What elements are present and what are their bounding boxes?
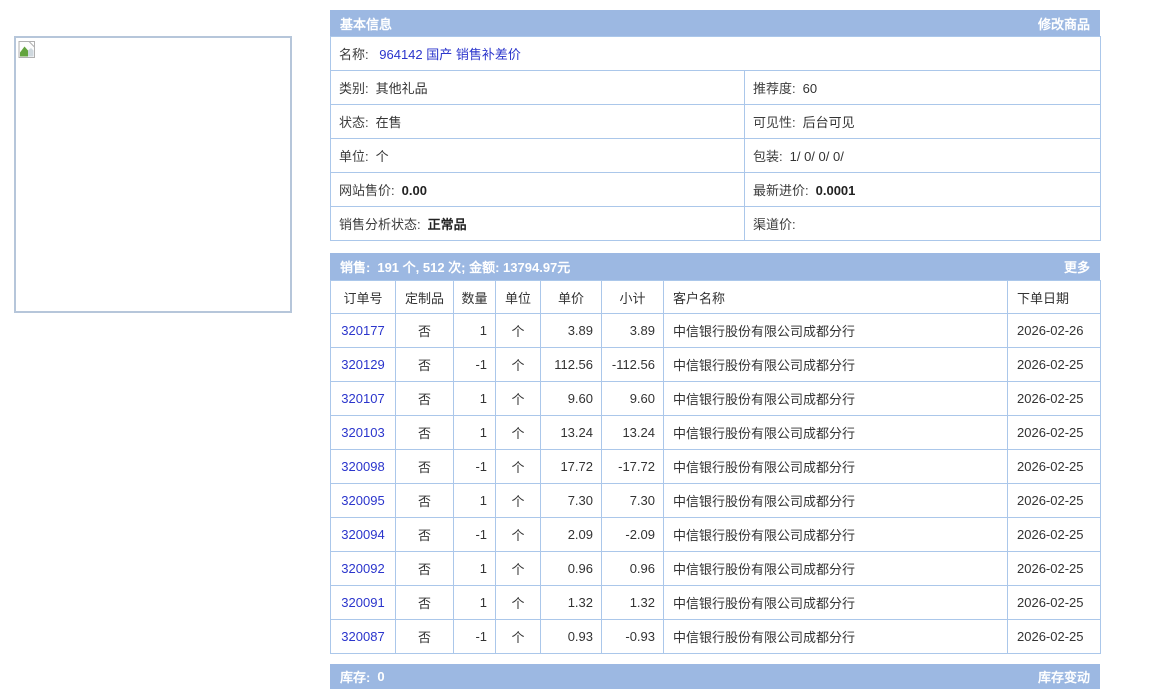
col-custom: 定制品	[396, 281, 454, 314]
basic-info-header: 基本信息 修改商品	[330, 10, 1100, 36]
site-price-label: 网站售价:	[339, 183, 395, 198]
inventory-label: 库存:	[340, 667, 370, 686]
latest-cost-value: 0.0001	[816, 183, 856, 198]
col-order-id: 订单号	[331, 281, 396, 314]
inventory-value: 0	[377, 669, 384, 684]
col-unit: 单位	[496, 281, 541, 314]
info-row-price: 网站售价: 0.00 最新进价: 0.0001	[331, 173, 1101, 207]
product-detail-panel: 基本信息 修改商品 名称: 964142 国产 销售补差价 类别: 其他礼品 推荐…	[330, 10, 1100, 689]
sales-more-link[interactable]: 更多	[1064, 257, 1090, 276]
basic-info-title: 基本信息	[340, 14, 392, 33]
product-image-box	[14, 36, 292, 313]
info-row-category: 类别: 其他礼品 推荐度: 60	[331, 71, 1101, 105]
sales-section: 销售: 191 个, 512 次; 金额: 13794.97元 更多 订单号 定…	[330, 253, 1100, 654]
sales-row: 320177 否 1 个 3.89 3.89 中信银行股份有限公司成都分行 20…	[331, 314, 1101, 348]
order-link[interactable]: 320129	[341, 357, 384, 372]
channel-price-label: 渠道价:	[753, 217, 796, 232]
product-name-link[interactable]: 964142 国产 销售补差价	[379, 47, 521, 62]
sales-header: 销售: 191 个, 512 次; 金额: 13794.97元 更多	[330, 253, 1100, 280]
col-qty: 数量	[454, 281, 496, 314]
col-order-date: 下单日期	[1008, 281, 1101, 314]
sales-row: 320107 否 1 个 9.60 9.60 中信银行股份有限公司成都分行 20…	[331, 382, 1101, 416]
recommend-label: 推荐度:	[753, 81, 796, 96]
sales-table-header-row: 订单号 定制品 数量 单位 单价 小计 客户名称 下单日期	[331, 281, 1101, 314]
broken-image-icon	[18, 40, 38, 60]
order-link[interactable]: 320091	[341, 595, 384, 610]
order-link[interactable]: 320092	[341, 561, 384, 576]
sales-row: 320087 否 -1 个 0.93 -0.93 中信银行股份有限公司成都分行 …	[331, 620, 1101, 654]
sales-summary: 191 个, 512 次; 金额: 13794.97元	[377, 257, 570, 276]
sales-title: 销售:	[340, 257, 370, 276]
col-customer: 客户名称	[664, 281, 1008, 314]
info-row-status: 状态: 在售 可见性: 后台可见	[331, 105, 1101, 139]
sales-row: 320091 否 1 个 1.32 1.32 中信银行股份有限公司成都分行 20…	[331, 586, 1101, 620]
sales-row: 320092 否 1 个 0.96 0.96 中信银行股份有限公司成都分行 20…	[331, 552, 1101, 586]
analysis-status-label: 销售分析状态:	[339, 217, 421, 232]
category-label: 类别:	[339, 81, 369, 96]
recommend-value: 60	[803, 81, 817, 96]
sales-row: 320098 否 -1 个 17.72 -17.72 中信银行股份有限公司成都分…	[331, 450, 1101, 484]
inventory-changes-link[interactable]: 库存变动	[1038, 667, 1090, 686]
name-label: 名称:	[339, 47, 369, 62]
basic-info-table: 名称: 964142 国产 销售补差价 类别: 其他礼品 推荐度: 60 状态: 在售…	[330, 36, 1101, 241]
unit-value: 个	[376, 149, 389, 164]
visibility-label: 可见性:	[753, 115, 796, 130]
order-link[interactable]: 320095	[341, 493, 384, 508]
name-row: 名称: 964142 国产 销售补差价	[331, 37, 1101, 71]
unit-label: 单位:	[339, 149, 369, 164]
order-link[interactable]: 320094	[341, 527, 384, 542]
inventory-bar: 库存: 0 库存变动	[330, 664, 1100, 689]
sales-row: 320103 否 1 个 13.24 13.24 中信银行股份有限公司成都分行 …	[331, 416, 1101, 450]
package-label: 包装:	[753, 149, 783, 164]
site-price-value: 0.00	[402, 183, 427, 198]
col-subtotal: 小计	[602, 281, 664, 314]
visibility-value: 后台可见	[803, 115, 855, 130]
status-label: 状态:	[339, 115, 369, 130]
sales-row: 320094 否 -1 个 2.09 -2.09 中信银行股份有限公司成都分行 …	[331, 518, 1101, 552]
sales-row: 320129 否 -1 个 112.56 -112.56 中信银行股份有限公司成…	[331, 348, 1101, 382]
sales-row: 320095 否 1 个 7.30 7.30 中信银行股份有限公司成都分行 20…	[331, 484, 1101, 518]
info-row-analysis: 销售分析状态: 正常品 渠道价:	[331, 207, 1101, 241]
col-unit-price: 单价	[541, 281, 602, 314]
order-link[interactable]: 320098	[341, 459, 384, 474]
category-value: 其他礼品	[376, 81, 428, 96]
order-link[interactable]: 320177	[341, 323, 384, 338]
analysis-status-value: 正常品	[428, 217, 467, 232]
status-value: 在售	[376, 115, 402, 130]
package-value: 1/ 0/ 0/ 0/	[790, 149, 844, 164]
info-row-unit: 单位: 个 包装: 1/ 0/ 0/ 0/	[331, 139, 1101, 173]
edit-product-link[interactable]: 修改商品	[1038, 14, 1090, 33]
order-link[interactable]: 320103	[341, 425, 384, 440]
order-link[interactable]: 320107	[341, 391, 384, 406]
latest-cost-label: 最新进价:	[753, 183, 809, 198]
sales-table: 订单号 定制品 数量 单位 单价 小计 客户名称 下单日期 320177 否 1…	[330, 280, 1101, 654]
basic-info-section: 基本信息 修改商品 名称: 964142 国产 销售补差价 类别: 其他礼品 推荐…	[330, 10, 1100, 241]
order-link[interactable]: 320087	[341, 629, 384, 644]
